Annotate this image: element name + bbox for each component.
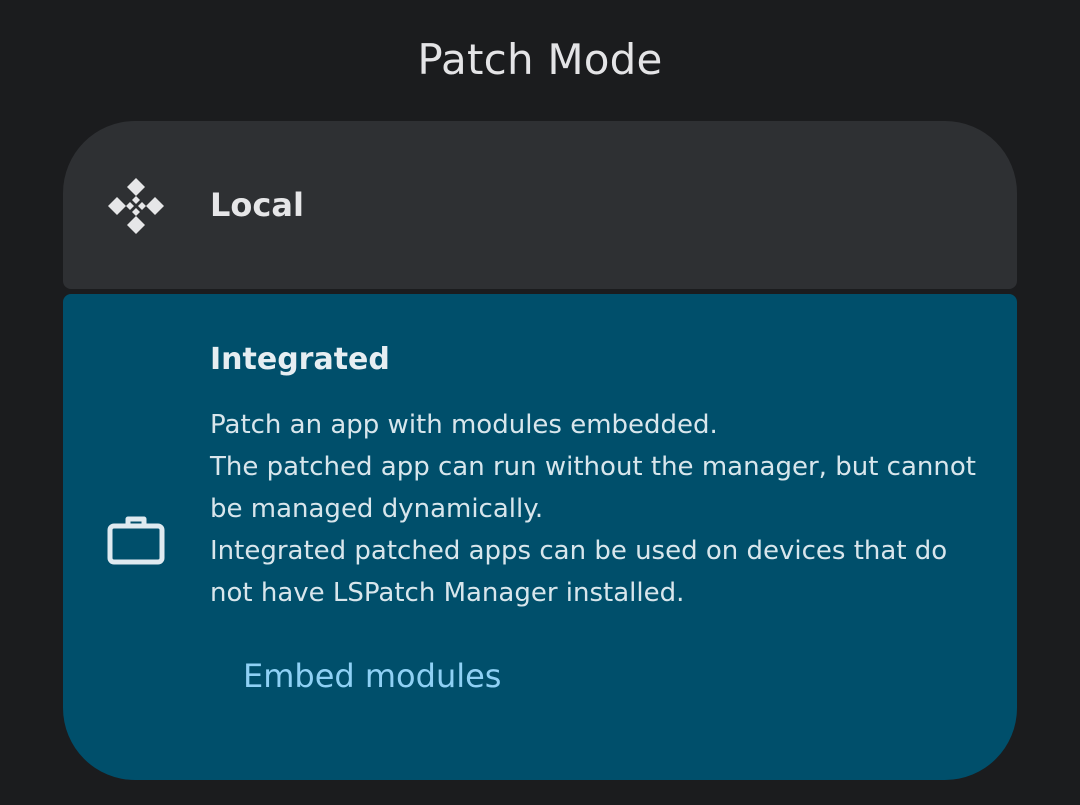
option-local-label: Local xyxy=(210,186,304,224)
option-local[interactable]: Local xyxy=(63,121,1017,289)
briefcase-icon xyxy=(107,516,165,565)
description-line: The patched app can run without the mana… xyxy=(210,452,976,482)
option-integrated-label: Integrated xyxy=(210,342,390,377)
dialog-title: Patch Mode xyxy=(417,35,663,84)
local-diamond-icon xyxy=(108,178,164,234)
patch-mode-dialog: Patch Mode Local Integrated Patch an app… xyxy=(0,0,1080,805)
description-line: Integrated patched apps can be used on d… xyxy=(210,536,948,566)
embed-modules-button[interactable]: Embed modules xyxy=(243,654,501,698)
description-line: not have LSPatch Manager installed. xyxy=(210,578,685,608)
option-integrated-description: Patch an app with modules embedded. The … xyxy=(210,404,1010,614)
description-line: Patch an app with modules embedded. xyxy=(210,410,718,440)
option-integrated[interactable]: Integrated Patch an app with modules emb… xyxy=(63,294,1017,780)
description-line: be managed dynamically. xyxy=(210,494,544,524)
